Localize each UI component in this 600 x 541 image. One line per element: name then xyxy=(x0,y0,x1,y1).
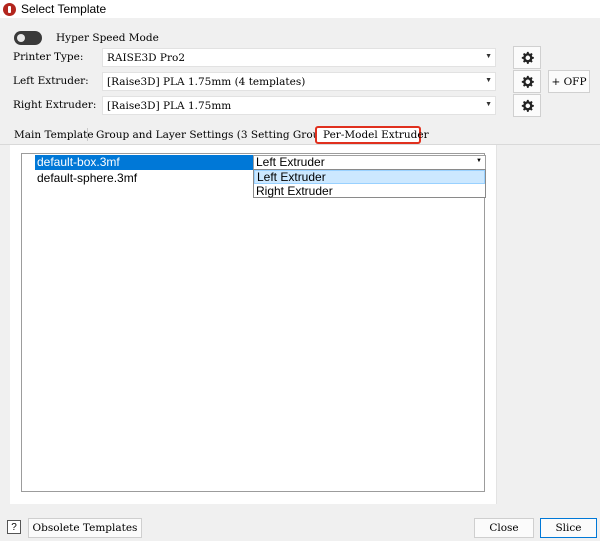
extruder-select-value: Left Extruder xyxy=(256,155,325,169)
tab-main-template[interactable]: Main Template xyxy=(14,129,94,141)
printer-type-select[interactable]: RAISE3D Pro2 ▼ xyxy=(102,48,496,67)
title-bar: Select Template xyxy=(0,0,600,18)
printer-type-label: Printer Type: xyxy=(13,51,84,63)
extruder-select[interactable]: Left Extruder ▼ xyxy=(253,155,486,170)
right-extruder-value: [Raise3D] PLA 1.75mm xyxy=(107,100,232,112)
left-extruder-row: Left Extruder: [Raise3D] PLA 1.75mm (4 t… xyxy=(0,70,600,93)
help-button[interactable]: ? xyxy=(7,520,21,534)
gear-icon xyxy=(521,75,534,88)
template-tabs: Main Template Group and Layer Settings (… xyxy=(0,126,600,144)
left-extruder-label: Left Extruder: xyxy=(13,75,89,87)
tab-divider xyxy=(87,128,88,141)
add-ofp-button[interactable]: + OFP xyxy=(548,70,590,93)
window-title: Select Template xyxy=(21,2,107,16)
dropdown-option-right-extruder[interactable]: Right Extruder xyxy=(254,184,485,198)
chevron-down-icon: ▼ xyxy=(476,158,482,164)
left-extruder-settings-button[interactable] xyxy=(513,70,541,93)
right-extruder-row: Right Extruder: [Raise3D] PLA 1.75mm ▼ xyxy=(0,94,600,117)
obsolete-templates-button[interactable]: Obsolete Templates xyxy=(28,518,142,538)
tab-group-layer-settings[interactable]: Group and Layer Settings (3 Setting Grou… xyxy=(96,129,336,141)
app-logo-icon xyxy=(3,2,16,16)
hyper-speed-toggle[interactable] xyxy=(14,31,42,45)
left-extruder-select[interactable]: [Raise3D] PLA 1.75mm (4 templates) ▼ xyxy=(102,72,496,91)
tab-per-model-extruder-label: Per-Model Extruder xyxy=(323,129,429,141)
right-extruder-label: Right Extruder: xyxy=(13,99,97,111)
printer-settings-button[interactable] xyxy=(513,46,541,69)
right-extruder-select[interactable]: [Raise3D] PLA 1.75mm ▼ xyxy=(102,96,496,115)
model-name: default-sphere.3mf xyxy=(37,171,138,185)
model-extruder-list: default-box.3mf default-sphere.3mf xyxy=(21,153,485,492)
hyper-speed-row: Hyper Speed Mode xyxy=(14,31,159,45)
gear-icon xyxy=(521,99,534,112)
chevron-down-icon: ▼ xyxy=(485,101,492,108)
dropdown-option-left-extruder[interactable]: Left Extruder xyxy=(254,170,485,184)
left-extruder-value: [Raise3D] PLA 1.75mm (4 templates) xyxy=(107,76,306,88)
chevron-down-icon: ▼ xyxy=(485,53,492,60)
slice-button[interactable]: Slice xyxy=(540,518,597,538)
hyper-speed-label: Hyper Speed Mode xyxy=(56,32,159,44)
printer-type-value: RAISE3D Pro2 xyxy=(107,52,186,64)
close-button[interactable]: Close xyxy=(474,518,534,538)
right-extruder-settings-button[interactable] xyxy=(513,94,541,117)
printer-type-row: Printer Type: RAISE3D Pro2 ▼ xyxy=(0,46,600,69)
model-name: default-box.3mf xyxy=(35,155,253,170)
gear-icon xyxy=(521,51,534,64)
extruder-dropdown-list: Left Extruder Right Extruder xyxy=(253,169,486,198)
chevron-down-icon: ▼ xyxy=(485,77,492,84)
